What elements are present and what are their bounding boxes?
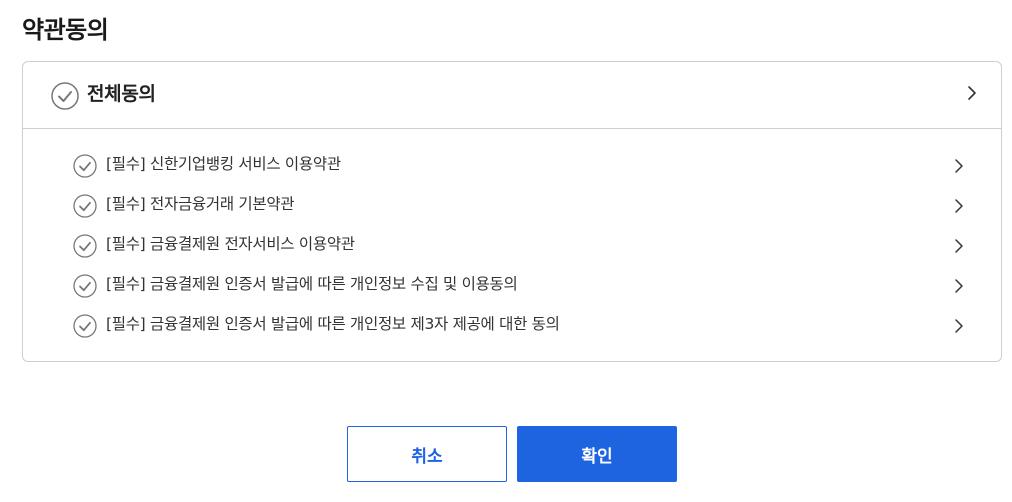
check-circle-icon[interactable] xyxy=(73,274,97,298)
chevron-right-icon[interactable] xyxy=(953,198,965,214)
term-item[interactable]: [필수] 금융결제원 인증서 발급에 따른 개인정보 제3자 제공에 대한 동의 xyxy=(73,310,973,340)
agree-all-row[interactable]: 전체동의 xyxy=(23,62,1001,129)
chevron-right-icon[interactable] xyxy=(953,318,965,334)
check-circle-icon[interactable] xyxy=(73,154,97,178)
chevron-right-icon[interactable] xyxy=(953,158,965,174)
check-circle-icon[interactable] xyxy=(73,194,97,218)
check-circle-icon[interactable] xyxy=(73,314,97,338)
term-label: [필수] 신한기업뱅킹 서비스 이용약관 xyxy=(106,155,341,173)
term-item[interactable]: [필수] 신한기업뱅킹 서비스 이용약관 xyxy=(73,150,973,180)
confirm-button[interactable]: 확인 xyxy=(517,426,677,482)
chevron-right-icon[interactable] xyxy=(953,278,965,294)
cancel-button[interactable]: 취소 xyxy=(347,426,507,482)
term-item[interactable]: [필수] 금융결제원 인증서 발급에 따른 개인정보 수집 및 이용동의 xyxy=(73,270,973,300)
term-label: [필수] 전자금융거래 기본약관 xyxy=(106,195,295,213)
term-item[interactable]: [필수] 금융결제원 전자서비스 이용약관 xyxy=(73,230,973,260)
agree-all-label: 전체동의 xyxy=(87,83,156,105)
page-title: 약관동의 xyxy=(22,16,109,44)
chevron-right-icon[interactable] xyxy=(953,238,965,254)
agree-all-check-icon[interactable] xyxy=(51,82,79,110)
term-item[interactable]: [필수] 전자금융거래 기본약관 xyxy=(73,190,973,220)
chevron-right-icon[interactable] xyxy=(965,84,979,102)
terms-agreement-page: 약관동의 전체동의 [필수] 신한기업뱅킹 서비스 이용약관 [필수] 전자금융… xyxy=(0,0,1012,502)
term-label: [필수] 금융결제원 전자서비스 이용약관 xyxy=(106,235,355,253)
check-circle-icon[interactable] xyxy=(73,234,97,258)
term-label: [필수] 금융결제원 인증서 발급에 따른 개인정보 제3자 제공에 대한 동의 xyxy=(106,315,560,333)
term-label: [필수] 금융결제원 인증서 발급에 따른 개인정보 수집 및 이용동의 xyxy=(106,275,518,293)
terms-box: 전체동의 [필수] 신한기업뱅킹 서비스 이용약관 [필수] 전자금융거래 기본… xyxy=(22,61,1002,362)
